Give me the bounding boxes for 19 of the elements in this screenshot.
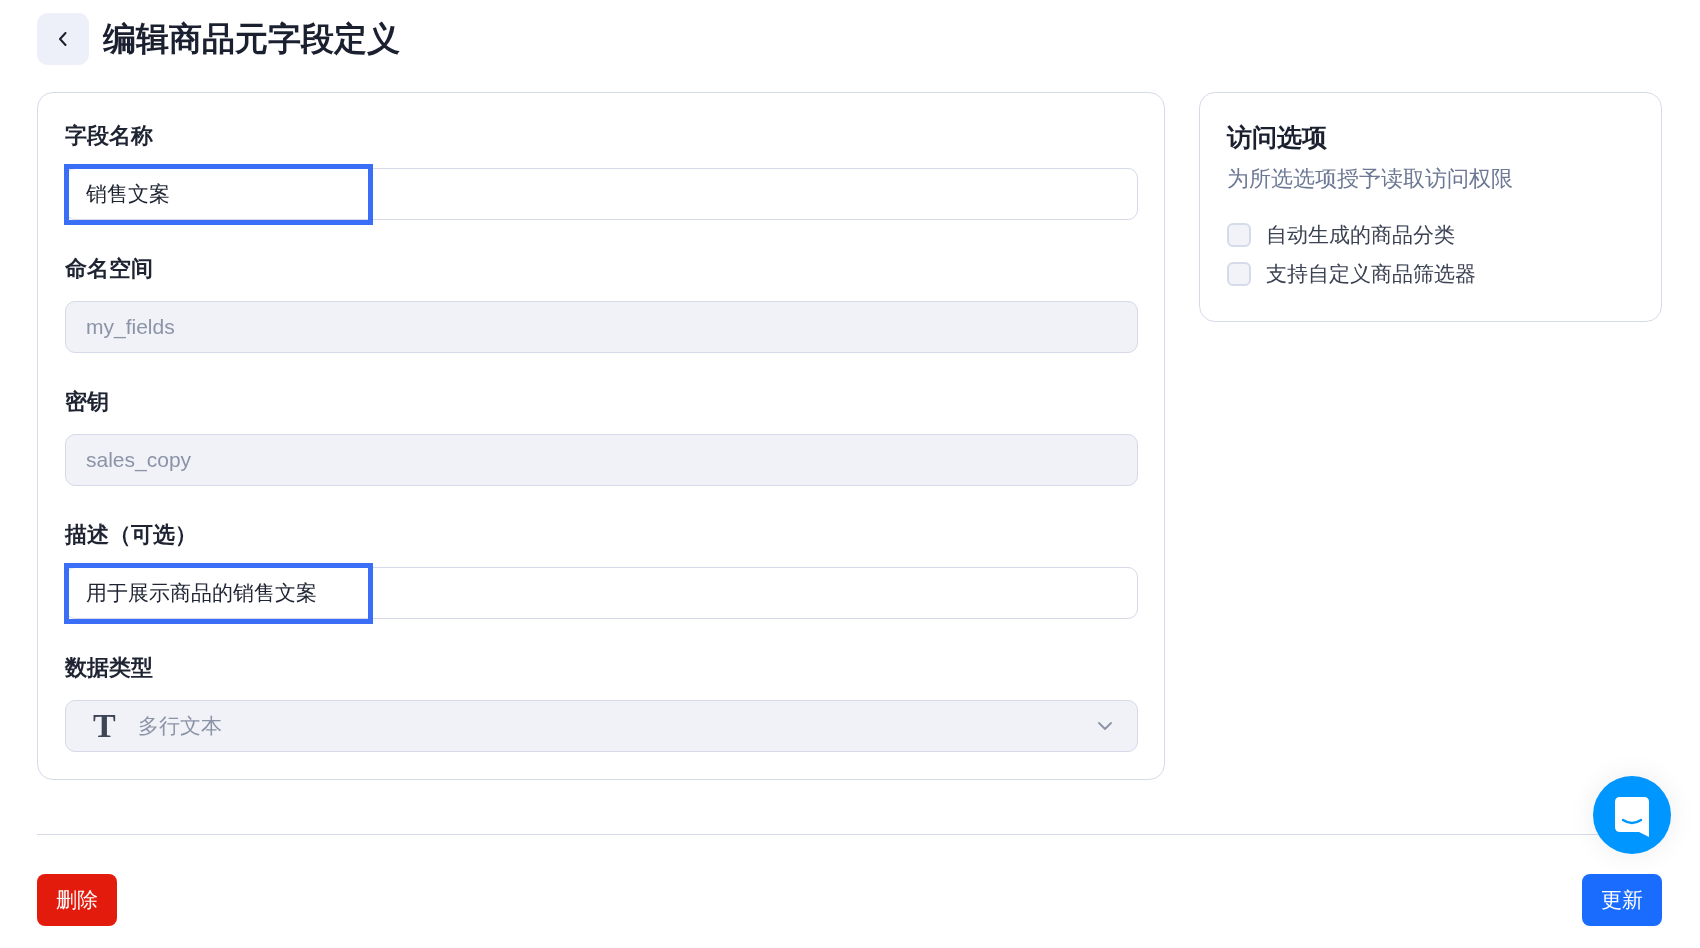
panel-subtitle: 为所选选项授予读取访问权限 — [1227, 165, 1514, 193]
panel-title: 访问选项 — [1227, 122, 1328, 153]
type-icon: T — [93, 706, 116, 746]
field-label: 命名空间 — [65, 255, 154, 283]
field-label: 密钥 — [65, 388, 110, 416]
back-button[interactable] — [37, 13, 89, 65]
chevron-down-icon — [1098, 722, 1112, 730]
field-label: 描述（可选） — [65, 521, 198, 549]
speech-bubble-icon — [1615, 796, 1649, 837]
checkbox[interactable] — [1227, 223, 1251, 247]
action-button[interactable]: 更新 — [1582, 874, 1662, 926]
option-label: 支持自定义商品筛选器 — [1266, 261, 1476, 287]
checkbox[interactable] — [1227, 262, 1251, 286]
action-button[interactable]: 删除 — [37, 874, 117, 926]
field-label: 字段名称 — [65, 122, 154, 150]
field-label: 数据类型 — [65, 654, 154, 682]
page-title: 编辑商品元字段定义 — [103, 19, 400, 59]
option-label: 自动生成的商品分类 — [1266, 222, 1455, 248]
chevron-left-icon — [59, 32, 67, 46]
